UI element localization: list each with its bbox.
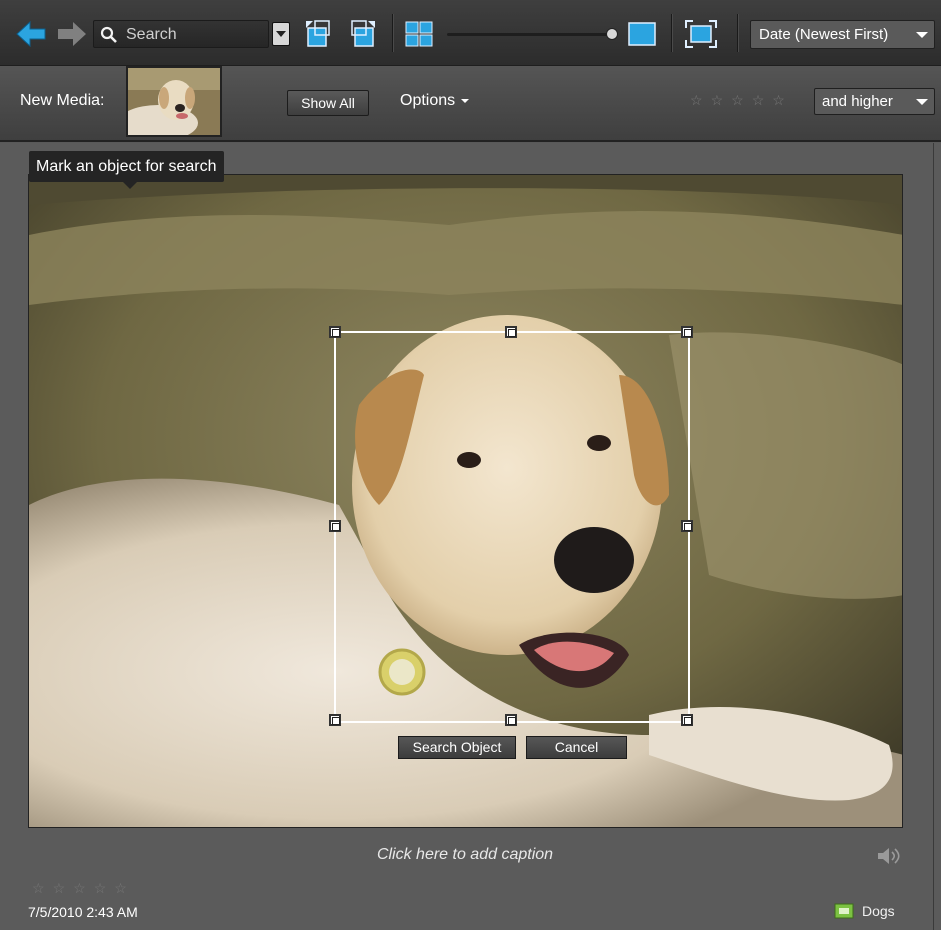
- star-icon[interactable]: ☆: [73, 880, 86, 897]
- object-selection-marquee[interactable]: [329, 326, 693, 726]
- toolbar-divider: [392, 14, 393, 52]
- single-photo-view-button[interactable]: [627, 18, 657, 50]
- new-media-label: New Media:: [20, 92, 105, 109]
- resize-handle-top-left[interactable]: [329, 326, 341, 338]
- chevron-down-icon: [460, 99, 469, 103]
- back-button[interactable]: [14, 18, 48, 50]
- rotate-left-icon: [306, 20, 330, 47]
- resize-handle-right[interactable]: [681, 520, 693, 532]
- search-icon: [100, 26, 118, 49]
- chevron-down-icon: [276, 31, 286, 37]
- search-box[interactable]: [93, 20, 269, 48]
- rating-filter-stars[interactable]: ☆ ☆ ☆ ☆ ☆: [690, 92, 785, 109]
- audio-caption-icon[interactable]: [876, 846, 900, 871]
- options-label: Options: [400, 92, 456, 109]
- rating-qualifier-value: and higher: [822, 93, 893, 110]
- panel-divider: [933, 143, 934, 930]
- star-icon[interactable]: ☆: [114, 880, 127, 897]
- resize-handle-top-right[interactable]: [681, 326, 693, 338]
- sort-order-dropdown[interactable]: Date (Newest First): [750, 20, 935, 49]
- options-menu-button[interactable]: Options: [400, 92, 470, 110]
- star-icon[interactable]: ☆: [690, 92, 703, 109]
- grid-view-icon: [405, 21, 433, 47]
- star-icon[interactable]: ☆: [711, 92, 724, 109]
- caption-field[interactable]: Click here to add caption: [0, 846, 930, 864]
- photo-date: 7/5/2010 2:43 AM: [28, 904, 138, 920]
- keyword-tag-label[interactable]: Dogs: [862, 903, 895, 919]
- rotate-right-icon: [351, 20, 375, 47]
- arrow-left-icon: [16, 21, 46, 47]
- resize-handle-bottom-right[interactable]: [681, 714, 693, 726]
- show-all-button[interactable]: Show All: [287, 90, 369, 116]
- sort-order-value: Date (Newest First): [759, 26, 889, 43]
- forward-button[interactable]: [55, 18, 89, 50]
- photo-organizer-window: Date (Newest First) New Media: Show All …: [0, 0, 941, 930]
- star-icon[interactable]: ☆: [752, 92, 765, 109]
- mark-object-tooltip: Mark an object for search: [29, 151, 224, 189]
- keyword-tag-icon: [834, 903, 854, 924]
- single-view-icon: [628, 22, 656, 46]
- star-icon[interactable]: ☆: [772, 92, 785, 109]
- chevron-down-icon: [916, 21, 928, 57]
- rating-qualifier-dropdown[interactable]: and higher: [814, 88, 935, 115]
- new-media-bar: New Media: Show All Options ☆ ☆ ☆ ☆ ☆ an…: [0, 66, 941, 142]
- rotate-right-button[interactable]: [348, 18, 378, 50]
- star-icon[interactable]: ☆: [53, 880, 66, 897]
- arrow-right-icon: [58, 22, 86, 46]
- search-object-button[interactable]: Search Object: [398, 736, 516, 759]
- chevron-down-icon: [916, 89, 928, 122]
- main-toolbar: Date (Newest First): [0, 0, 941, 66]
- cancel-button[interactable]: Cancel: [526, 736, 627, 759]
- resize-handle-bottom-left[interactable]: [329, 714, 341, 726]
- resize-handle-bottom[interactable]: [505, 714, 517, 726]
- zoom-slider-track[interactable]: [447, 33, 615, 36]
- new-media-thumbnail[interactable]: [126, 66, 222, 137]
- toolbar-divider: [737, 14, 738, 52]
- grid-view-button[interactable]: [403, 18, 435, 50]
- fullscreen-button[interactable]: [683, 18, 719, 50]
- resize-handle-top[interactable]: [505, 326, 517, 338]
- fullscreen-icon: [685, 20, 717, 48]
- resize-handle-left[interactable]: [329, 520, 341, 532]
- rotate-left-button[interactable]: [303, 18, 333, 50]
- photo-rating-stars[interactable]: ☆ ☆ ☆ ☆ ☆: [32, 880, 127, 897]
- search-input[interactable]: [126, 24, 264, 46]
- star-icon[interactable]: ☆: [94, 880, 107, 897]
- search-options-dropdown[interactable]: [272, 22, 290, 46]
- star-icon[interactable]: ☆: [731, 92, 744, 109]
- toolbar-divider: [671, 14, 672, 52]
- star-icon[interactable]: ☆: [32, 880, 45, 897]
- zoom-slider-thumb[interactable]: [606, 28, 618, 40]
